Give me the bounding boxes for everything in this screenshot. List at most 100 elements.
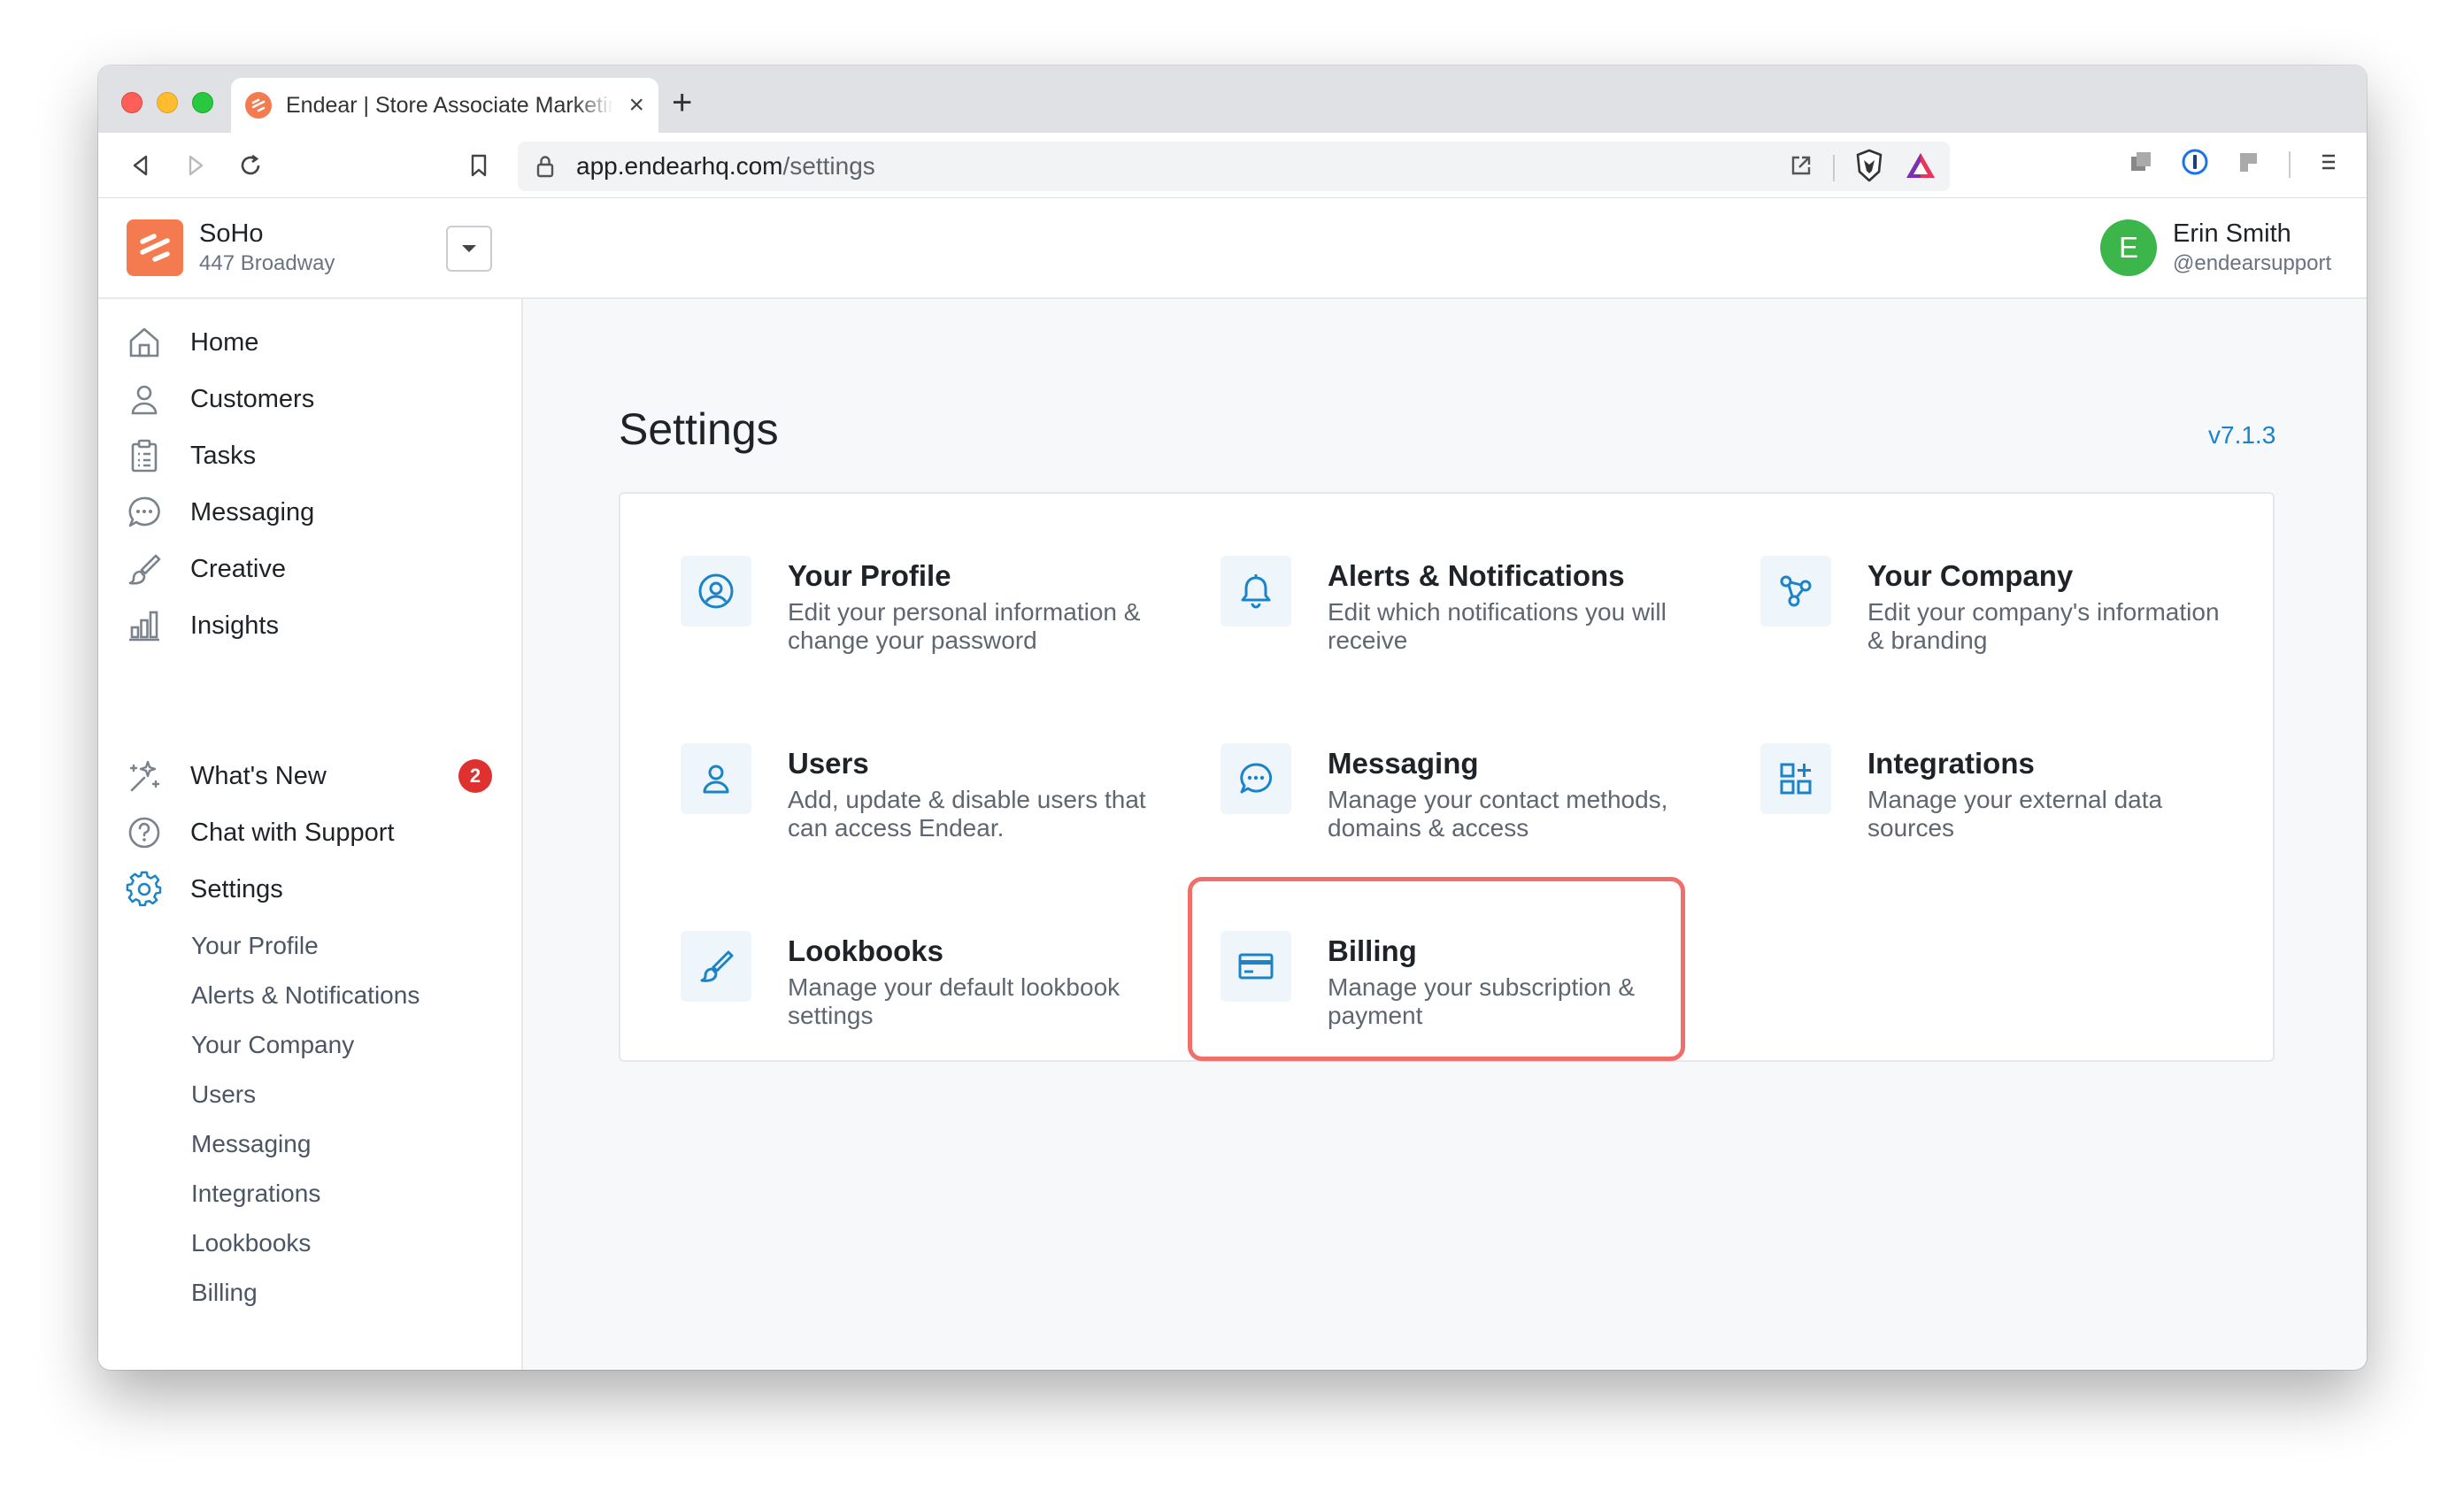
store-dropdown-button[interactable] bbox=[446, 226, 492, 272]
sidebar-item-creative[interactable]: Creative bbox=[125, 547, 286, 591]
settings-item-title: Messaging bbox=[1328, 747, 1479, 780]
settings-item-lookbooks[interactable]: Lookbooks Manage your default lookbook s… bbox=[681, 931, 1176, 1046]
sparkle-icon bbox=[125, 757, 164, 796]
user-name: Erin Smith bbox=[2173, 219, 2291, 248]
settings-item-title: Integrations bbox=[1867, 747, 2035, 780]
sidebar-item-whats-new[interactable]: What's New 2 bbox=[125, 754, 492, 798]
profile-circle-icon bbox=[681, 556, 751, 627]
endear-favicon-icon bbox=[245, 92, 272, 119]
url-text[interactable]: app.endearhq.com/settings bbox=[576, 152, 875, 181]
sidebar-item-label: Messaging bbox=[190, 497, 315, 527]
sidebar-item-chat-support[interactable]: Chat with Support bbox=[125, 811, 395, 855]
version-link[interactable]: v7.1.3 bbox=[2208, 421, 2275, 450]
bar-chart-icon bbox=[125, 606, 164, 645]
sidebar-item-label: Settings bbox=[190, 874, 283, 903]
forward-icon[interactable] bbox=[178, 148, 213, 183]
settings-item-users[interactable]: Users Add, update & disable users that c… bbox=[681, 743, 1176, 858]
sidebar: Home Customers Tasks Messaging Creative … bbox=[98, 299, 523, 1370]
apps-add-icon bbox=[1760, 743, 1831, 814]
sidebar-item-label: Insights bbox=[190, 611, 279, 640]
close-window-button[interactable] bbox=[121, 92, 142, 113]
back-icon[interactable] bbox=[123, 148, 158, 183]
settings-item-alerts[interactable]: Alerts & Notifications Edit which notifi… bbox=[1220, 556, 1716, 671]
notification-badge: 2 bbox=[458, 759, 492, 793]
gear-icon bbox=[125, 870, 164, 909]
sidebar-item-label: Customers bbox=[190, 384, 315, 413]
sidebar-subitem-lookbooks[interactable]: Lookbooks bbox=[191, 1229, 311, 1257]
settings-item-integrations[interactable]: Integrations Manage your external data s… bbox=[1760, 743, 2256, 858]
settings-item-title: Your Profile bbox=[788, 559, 951, 592]
menu-icon[interactable] bbox=[2317, 150, 2340, 178]
settings-item-your-company[interactable]: Your Company Edit your company's informa… bbox=[1760, 556, 2256, 671]
browser-toolbar: app.endearhq.com/settings bbox=[98, 133, 2367, 198]
sidebar-subitem-billing[interactable]: Billing bbox=[191, 1279, 258, 1307]
sidebar-subitem-users[interactable]: Users bbox=[191, 1080, 256, 1109]
brush-icon bbox=[681, 931, 751, 1002]
home-icon bbox=[125, 323, 164, 362]
bell-icon bbox=[1220, 556, 1291, 627]
sidebar-item-label: What's New bbox=[190, 761, 327, 790]
sidebar-subitem-your-company[interactable]: Your Company bbox=[191, 1031, 354, 1059]
address-bar[interactable]: app.endearhq.com/settings bbox=[518, 142, 1950, 191]
sidebar-item-label: Home bbox=[190, 327, 259, 357]
sidebar-subitem-alerts[interactable]: Alerts & Notifications bbox=[191, 981, 420, 1010]
bookmark-icon[interactable] bbox=[461, 148, 497, 183]
browser-window: Endear | Store Associate Marketing × + a… bbox=[98, 65, 2367, 1370]
sidebar-item-messaging[interactable]: Messaging bbox=[125, 490, 314, 534]
brave-shield-icon[interactable] bbox=[1854, 149, 1884, 187]
settings-item-description: Add, update & disable users that can acc… bbox=[788, 786, 1146, 842]
clipboard-icon bbox=[125, 436, 164, 475]
chat-icon bbox=[1220, 743, 1291, 814]
app-header: SoHo 447 Broadway E Erin Smith @endearsu… bbox=[98, 198, 2367, 299]
lock-icon bbox=[535, 154, 555, 183]
reload-icon[interactable] bbox=[233, 148, 268, 183]
tab-title: Endear | Store Associate Marketing bbox=[286, 92, 613, 118]
billing-highlight-annotation bbox=[1188, 877, 1685, 1061]
tab-close-icon[interactable]: × bbox=[628, 92, 644, 119]
settings-item-description: Edit which notifications you will receiv… bbox=[1328, 598, 1667, 654]
sidebar-item-insights[interactable]: Insights bbox=[125, 603, 279, 648]
brave-rewards-icon[interactable] bbox=[1904, 150, 1937, 185]
sidebar-subitem-messaging[interactable]: Messaging bbox=[191, 1130, 311, 1158]
settings-item-title: Lookbooks bbox=[788, 934, 944, 967]
settings-item-description: Manage your contact methods, domains & a… bbox=[1328, 786, 1668, 842]
settings-item-messaging[interactable]: Messaging Manage your contact methods, d… bbox=[1220, 743, 1716, 858]
new-tab-button[interactable]: + bbox=[672, 85, 692, 120]
sidebar-item-label: Creative bbox=[190, 554, 286, 583]
user-icon bbox=[125, 380, 164, 419]
divider bbox=[1833, 154, 1835, 181]
password-manager-icon[interactable] bbox=[2181, 148, 2209, 181]
sidebar-subitem-your-profile[interactable]: Your Profile bbox=[191, 932, 319, 960]
browser-tab[interactable]: Endear | Store Associate Marketing × bbox=[231, 78, 658, 133]
help-icon bbox=[125, 813, 164, 852]
store-address: 447 Broadway bbox=[199, 251, 335, 275]
sidebar-item-home[interactable]: Home bbox=[125, 320, 258, 365]
user-icon bbox=[681, 743, 751, 814]
brush-icon bbox=[125, 550, 164, 588]
app: SoHo 447 Broadway E Erin Smith @endearsu… bbox=[98, 198, 2367, 1370]
sidebar-item-label: Chat with Support bbox=[190, 818, 395, 847]
settings-item-description: Manage your default lookbook settings bbox=[788, 973, 1120, 1029]
divider bbox=[2289, 150, 2291, 178]
sidebar-item-tasks[interactable]: Tasks bbox=[125, 434, 256, 478]
tab-strip: Endear | Store Associate Marketing × + bbox=[98, 65, 2367, 133]
sidebar-item-settings[interactable]: Settings bbox=[125, 867, 283, 911]
zoom-window-button[interactable] bbox=[192, 92, 213, 113]
sidebar-item-customers[interactable]: Customers bbox=[125, 377, 314, 421]
settings-item-title: Your Company bbox=[1867, 559, 2074, 592]
minimize-window-button[interactable] bbox=[157, 92, 178, 113]
user-handle: @endearsupport bbox=[2173, 251, 2332, 275]
avatar[interactable]: E bbox=[2100, 219, 2157, 276]
store-name: SoHo bbox=[199, 219, 264, 248]
settings-item-your-profile[interactable]: Your Profile Edit your personal informat… bbox=[681, 556, 1176, 671]
settings-item-description: Edit your company's information & brandi… bbox=[1867, 598, 2220, 654]
settings-item-description: Manage your external data sources bbox=[1867, 786, 2163, 842]
settings-item-title: Users bbox=[788, 747, 869, 780]
share-icon[interactable] bbox=[1789, 153, 1813, 182]
extension-flag-icon[interactable] bbox=[2236, 149, 2262, 180]
endear-logo[interactable] bbox=[127, 219, 183, 276]
sidebar-subitem-integrations[interactable]: Integrations bbox=[191, 1180, 320, 1208]
sidebar-item-label: Tasks bbox=[190, 441, 257, 470]
chat-icon bbox=[125, 493, 164, 532]
extension-cube-icon[interactable] bbox=[2128, 149, 2154, 180]
